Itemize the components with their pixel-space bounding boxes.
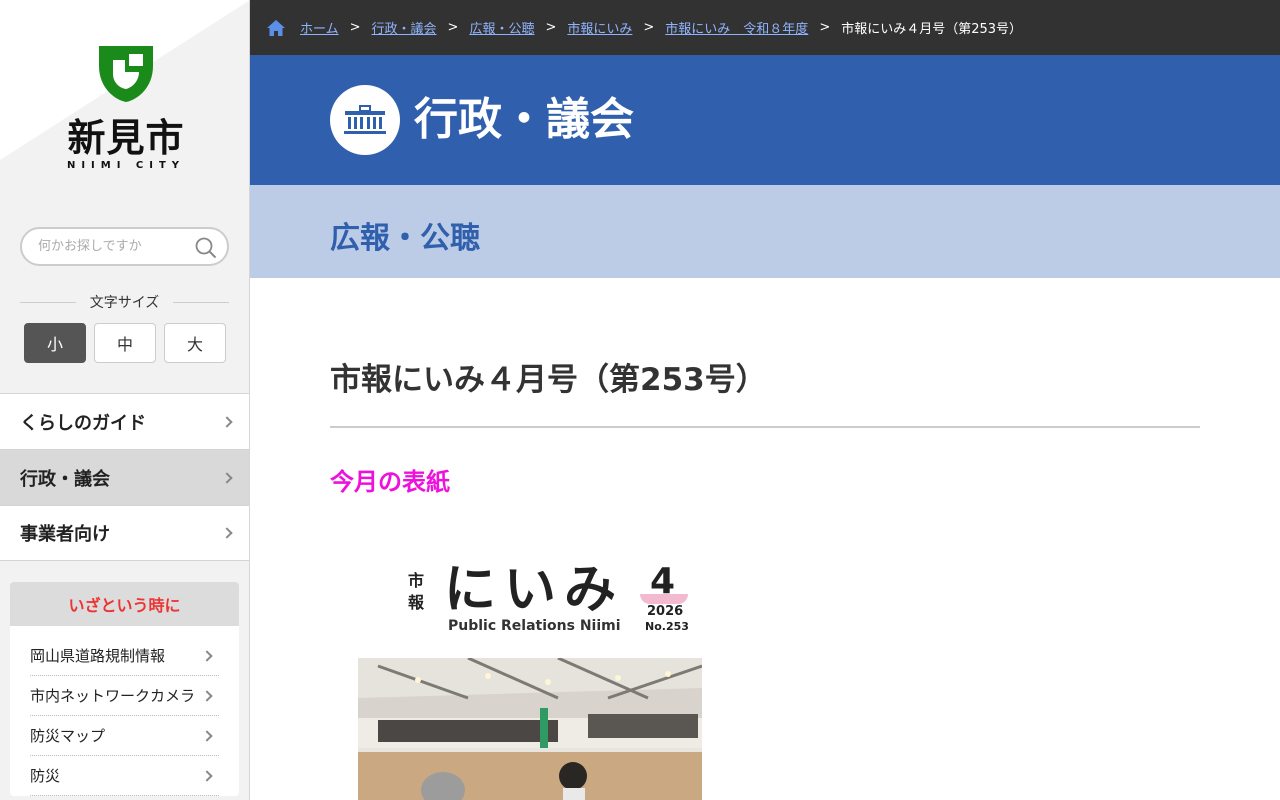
chevron-right-icon — [221, 471, 233, 484]
breadcrumb-separator: > — [819, 20, 831, 35]
sidebar-item-label: くらしのガイド — [20, 412, 146, 434]
emergency-link-road-regulation[interactable]: 岡山県道路規制情報 — [30, 636, 219, 676]
logo-area: 新見市 NIIMI CITY — [0, 0, 249, 195]
breadcrumb-administration-link[interactable]: 行政・議会 — [372, 18, 437, 37]
chevron-right-icon — [201, 769, 213, 782]
sidebar-item-label: 行政・議会 — [20, 468, 110, 490]
city-emblem-icon — [99, 46, 153, 102]
font-size-large-button[interactable]: 大 — [164, 323, 226, 363]
font-size-label: 文字サイズ — [89, 295, 160, 311]
home-icon[interactable] — [266, 19, 286, 37]
sidebar-item-label: 事業者向け — [20, 524, 110, 545]
chevron-right-icon — [201, 729, 213, 742]
masthead-issue-number: No.253 — [645, 620, 689, 633]
site-logo[interactable]: 新見市 NIIMI CITY — [64, 42, 188, 171]
masthead-month: 4 — [650, 561, 676, 602]
cover-masthead: 市報 にいみ Public Relations Niimi 4 2026 No.… — [404, 560, 694, 640]
emergency-link-label: 防災 — [30, 767, 61, 785]
banner-title: 行政・議会 — [414, 94, 634, 145]
breadcrumb-separator: > — [643, 20, 655, 35]
subbanner-title: 広報・公聴 — [330, 221, 480, 256]
section-title: 今月の表紙 — [330, 468, 450, 496]
main-content: 市報にいみ４月号（第253号） 今月の表紙 — [330, 278, 1200, 497]
chevron-right-icon — [221, 415, 233, 428]
emergency-list: 岡山県道路規制情報 市内ネットワークカメラ 防災マップ 防災 — [10, 626, 239, 796]
breadcrumb-separator: > — [349, 20, 361, 35]
emergency-title: いざという時に — [10, 582, 239, 626]
government-building-icon — [344, 105, 386, 134]
breadcrumb-home-link[interactable]: ホーム — [300, 18, 339, 37]
cover-image[interactable]: 市報 にいみ Public Relations Niimi 4 2026 No.… — [358, 560, 702, 800]
emergency-link-network-camera[interactable]: 市内ネットワークカメラ — [30, 676, 219, 716]
chevron-right-icon — [201, 649, 213, 662]
sidebar-nav: くらしのガイド 行政・議会 事業者向け — [0, 393, 249, 561]
sidebar-item-administration[interactable]: 行政・議会 — [0, 449, 249, 505]
search-input[interactable] — [22, 229, 187, 264]
title-divider — [330, 426, 1200, 428]
category-banner: 行政・議会 — [250, 55, 1280, 185]
emergency-link-disaster-prevention[interactable]: 防災 — [30, 756, 219, 796]
emergency-link-label: 岡山県道路規制情報 — [30, 647, 166, 665]
emergency-link-disaster-map[interactable]: 防災マップ — [30, 716, 219, 756]
breadcrumb-separator: > — [545, 20, 557, 35]
breadcrumb-bulletin-year-link[interactable]: 市報にいみ 令和８年度 — [665, 18, 808, 37]
breadcrumb-separator: > — [447, 20, 459, 35]
logo-text-en: NIIMI CITY — [66, 160, 186, 171]
subcategory-banner: 広報・公聴 — [250, 185, 1280, 278]
breadcrumb: ホーム > 行政・議会 > 広報・公聴 > 市報にいみ > 市報にいみ 令和８年… — [250, 0, 1280, 55]
sidebar: 新見市 NIIMI CITY 文字サイズ 小 中 大 くらしのガイド 行政・議会 — [0, 0, 250, 800]
masthead-subtitle: Public Relations Niimi — [448, 618, 621, 634]
emergency-link-label: 防災マップ — [30, 727, 106, 745]
sidebar-item-business[interactable]: 事業者向け — [0, 505, 249, 561]
sidebar-item-living-guide[interactable]: くらしのガイド — [0, 393, 249, 449]
breadcrumb-bulletin-link[interactable]: 市報にいみ — [567, 18, 632, 37]
banner-icon-circle — [330, 85, 400, 155]
cover-photo — [358, 658, 702, 800]
logo-text-jp: 新見市 — [67, 116, 185, 160]
masthead-title: にいみ — [444, 560, 625, 620]
font-size-small-button[interactable]: 小 — [24, 323, 86, 363]
cover-photo-illustration — [358, 658, 702, 800]
font-size-medium-button[interactable]: 中 — [94, 323, 156, 363]
divider — [20, 301, 76, 303]
divider — [173, 301, 229, 303]
page-title: 市報にいみ４月号（第253号） — [330, 362, 767, 398]
chevron-right-icon — [221, 527, 233, 539]
masthead-year: 2026 — [647, 604, 684, 619]
masthead-label: 市報 — [408, 571, 425, 612]
emergency-panel: いざという時に 岡山県道路規制情報 市内ネットワークカメラ 防災マップ 防災 — [10, 582, 239, 796]
emergency-link-label: 市内ネットワークカメラ — [30, 687, 196, 705]
breadcrumb-pr-link[interactable]: 広報・公聴 — [469, 18, 534, 37]
search-icon[interactable] — [195, 237, 217, 259]
breadcrumb-current: 市報にいみ４月号（第253号） — [841, 22, 1023, 37]
font-size-control: 文字サイズ 小 中 大 — [20, 292, 229, 363]
search-box — [20, 227, 229, 266]
chevron-right-icon — [201, 689, 213, 702]
